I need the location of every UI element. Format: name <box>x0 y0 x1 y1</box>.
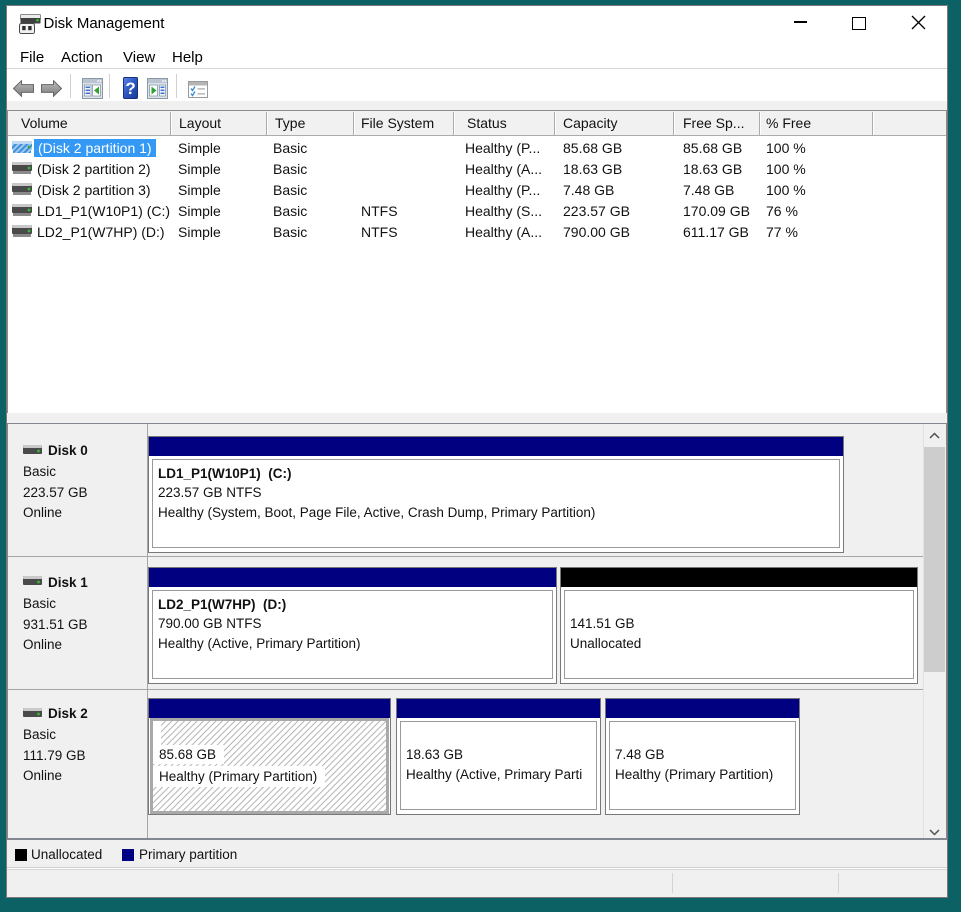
svg-text:?: ? <box>125 79 135 98</box>
